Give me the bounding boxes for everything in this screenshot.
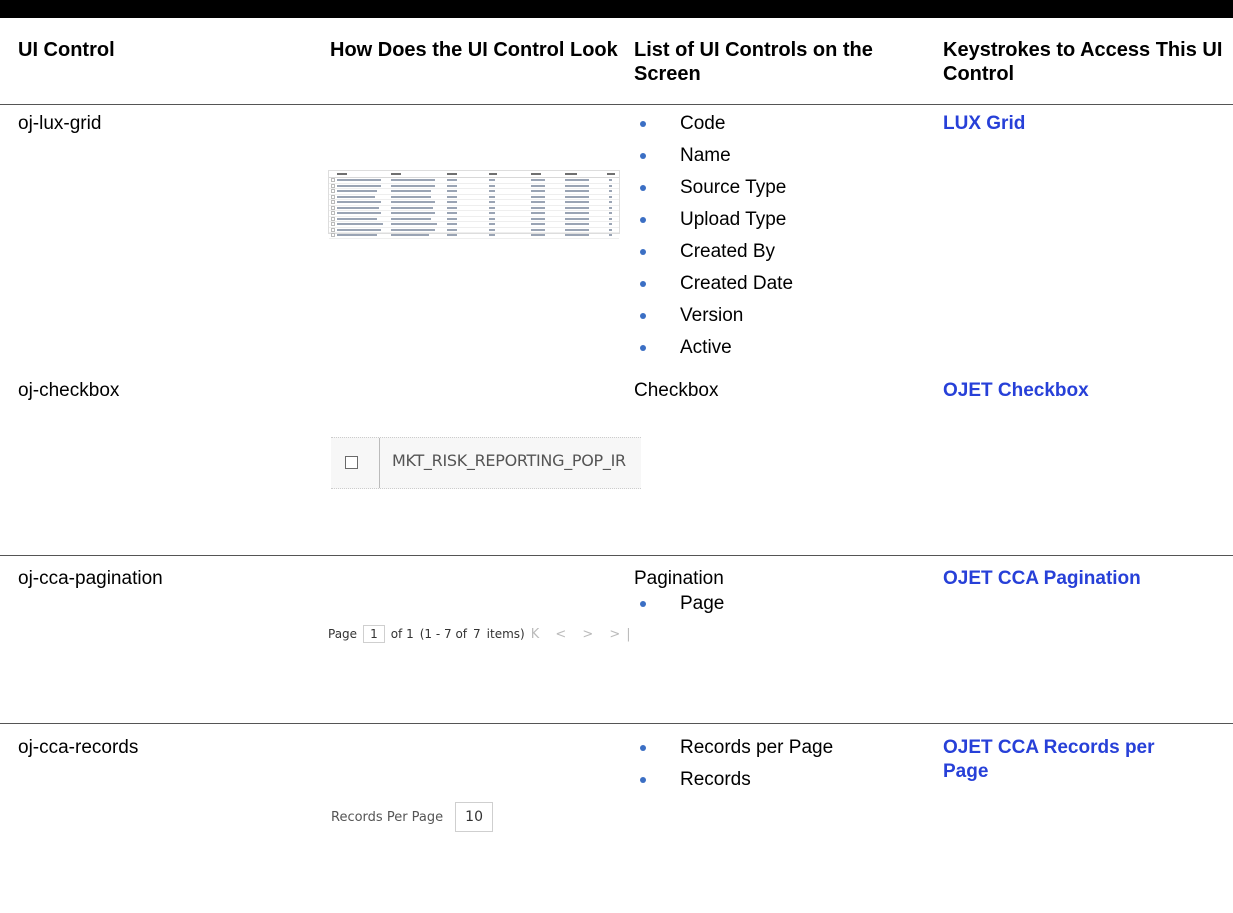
row-control-name: oj-cca-pagination <box>18 568 163 589</box>
records-link-line2: Page <box>943 761 989 782</box>
list-item: Name <box>634 144 793 176</box>
ojet-cca-pagination-link[interactable]: OJET CCA Pagination <box>943 567 1141 591</box>
records-link-line1: OJET CCA Records per <box>943 737 1155 758</box>
pagination-list-title: Pagination <box>634 568 724 589</box>
list-item: Records per Page <box>634 736 833 768</box>
list-item: Code <box>634 112 793 144</box>
list-item: Version <box>634 304 793 336</box>
header-list-of-controls: List of UI Controls on the Screen <box>634 39 873 85</box>
list-item: Source Type <box>634 176 793 208</box>
header-keystrokes: Keystrokes to Access This UI Control <box>943 39 1223 85</box>
page-input: 1 <box>363 625 385 643</box>
row-control-name: oj-cca-records <box>18 737 139 758</box>
items-label: items) <box>486 627 525 641</box>
list-item: Records <box>634 768 833 800</box>
checkbox-preview-label: MKT_RISK_REPORTING_POP_IR <box>392 451 626 470</box>
ojet-checkbox-link[interactable]: OJET Checkbox <box>943 379 1089 403</box>
records-per-page-input: 10 <box>455 802 493 832</box>
range-label: (1 - 7 of <box>419 627 468 641</box>
records-preview: Records Per Page 10 <box>331 802 493 832</box>
list-item: Active <box>634 336 793 368</box>
pagination-arrows-icon: K < > >| <box>530 626 637 642</box>
pagination-controls-list: Page <box>634 592 724 624</box>
row-divider <box>0 723 1233 724</box>
top-bar <box>0 0 1233 18</box>
of-label: of 1 <box>390 627 414 641</box>
page-label: Page <box>328 627 358 641</box>
list-item: Upload Type <box>634 208 793 240</box>
lux-grid-controls-list: Code Name Source Type Upload Type Create… <box>634 112 793 368</box>
header-divider <box>0 104 1233 105</box>
header-ui-control: UI Control <box>18 39 115 61</box>
column-divider <box>379 438 380 488</box>
ojet-cca-records-link[interactable]: OJET CCA Records per Page <box>943 736 1223 784</box>
header-ui-control-look: How Does the UI Control Look <box>330 39 618 61</box>
records-controls-list: Records per Page Records <box>634 736 833 800</box>
list-item: Created Date <box>634 272 793 304</box>
list-item: Created By <box>634 240 793 272</box>
list-item: Page <box>634 592 724 624</box>
lux-grid-preview <box>328 170 620 239</box>
checkbox-icon <box>345 456 358 469</box>
row-control-name: oj-lux-grid <box>18 113 102 134</box>
row-divider <box>0 555 1233 556</box>
lux-grid-link[interactable]: LUX Grid <box>943 112 1025 136</box>
checkbox-preview: MKT_RISK_REPORTING_POP_IR <box>331 437 641 489</box>
total-label: 7 <box>473 627 481 641</box>
records-per-page-label: Records Per Page <box>331 809 444 825</box>
pagination-preview: Page 1 of 1 (1 - 7 of 7 items) K < > >| <box>328 625 637 643</box>
row-control-name: oj-checkbox <box>18 380 120 401</box>
checkbox-list-title: Checkbox <box>634 380 719 401</box>
